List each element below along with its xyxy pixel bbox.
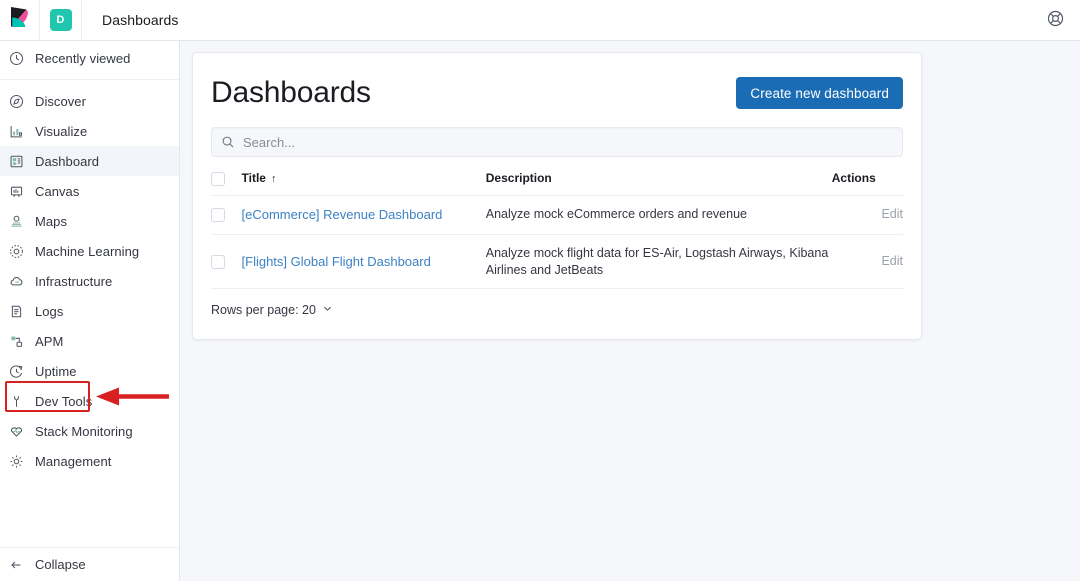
- row-checkbox[interactable]: [211, 208, 225, 222]
- sidebar-item-management[interactable]: Management: [0, 446, 179, 476]
- sidebar-item-infrastructure[interactable]: Infrastructure: [0, 266, 179, 296]
- sidebar-item-dev-tools[interactable]: Dev Tools: [0, 386, 179, 416]
- primary-sidebar-navigation: Recently viewed Discover: [0, 41, 180, 581]
- apm-nodes-icon: [9, 333, 29, 349]
- space-avatar-initial: D: [56, 14, 64, 26]
- top-navigation-bar: D Dashboards: [0, 0, 1080, 41]
- rows-per-page-selector[interactable]: Rows per page: 20: [211, 289, 333, 317]
- kibana-dashboards-screen: D Dashboards: [0, 0, 1080, 581]
- arrow-left-icon: [9, 558, 29, 572]
- page-title: Dashboards: [211, 76, 371, 110]
- sidebar-item-label: Recently viewed: [35, 51, 130, 66]
- sidebar-item-label: Management: [35, 454, 111, 469]
- stack-monitoring-heartbeat-icon: [9, 423, 29, 439]
- dashboards-listing-panel: Dashboards Create new dashboard: [192, 52, 922, 340]
- search-field-wrapper[interactable]: [211, 127, 903, 157]
- sidebar-item-visualize[interactable]: Visualize: [0, 116, 179, 146]
- sidebar-collapse-label: Collapse: [35, 557, 86, 572]
- maps-pin-icon: [9, 213, 29, 229]
- sidebar-item-label: Machine Learning: [35, 244, 139, 259]
- table-header: Title ↑ Description Actions: [211, 171, 903, 195]
- row-select-cell: [211, 234, 242, 289]
- machine-learning-dots-icon: [9, 243, 29, 259]
- row-description-cell: Analyze mock flight data for ES-Air, Log…: [486, 234, 832, 289]
- help-menu-button[interactable]: [1040, 6, 1070, 36]
- sidebar-item-label: Canvas: [35, 184, 79, 199]
- dashboards-table: Title ↑ Description Actions [eCommerce] R…: [211, 171, 903, 289]
- sidebar-item-label: Dashboard: [35, 154, 99, 169]
- sidebar-item-label: Logs: [35, 304, 63, 319]
- column-header-actions: Actions: [832, 171, 903, 195]
- table-row: [eCommerce] Revenue Dashboard Analyze mo…: [211, 195, 903, 234]
- sidebar-divider: [0, 79, 179, 80]
- uptime-clock-arrow-icon: [9, 363, 29, 379]
- canvas-easel-icon: [9, 183, 29, 199]
- space-avatar: D: [50, 9, 72, 31]
- sidebar-item-logs[interactable]: Logs: [0, 296, 179, 326]
- visualize-bar-chart-icon: [9, 123, 29, 139]
- row-description-cell: Analyze mock eCommerce orders and revenu…: [486, 195, 832, 234]
- row-title-cell: [eCommerce] Revenue Dashboard: [242, 195, 486, 234]
- sidebar-item-label: Stack Monitoring: [35, 424, 133, 439]
- sidebar-item-canvas[interactable]: Canvas: [0, 176, 179, 206]
- select-all-checkbox[interactable]: [211, 172, 225, 186]
- sidebar-item-machine-learning[interactable]: Machine Learning: [0, 236, 179, 266]
- table-row: [Flights] Global Flight Dashboard Analyz…: [211, 234, 903, 289]
- row-actions-cell: Edit: [832, 195, 903, 234]
- sidebar-item-apm[interactable]: APM: [0, 326, 179, 356]
- discover-compass-icon: [9, 93, 29, 109]
- topbar-left-group: D Dashboards: [0, 0, 179, 40]
- topbar-right-group: [1040, 0, 1070, 41]
- panel-header: Dashboards Create new dashboard: [211, 71, 903, 115]
- panel-content: Dashboards Create new dashboard: [193, 53, 921, 317]
- breadcrumb-dashboards[interactable]: Dashboards: [102, 12, 179, 28]
- edit-link[interactable]: Edit: [881, 254, 903, 268]
- column-header-title-label: Title: [242, 171, 266, 185]
- table-header-row: Title ↑ Description Actions: [211, 171, 903, 195]
- dev-tools-wrench-icon: [9, 393, 29, 409]
- clock-icon: [9, 50, 29, 66]
- sidebar-item-dashboard[interactable]: Dashboard: [0, 146, 179, 176]
- management-gear-icon: [9, 453, 29, 469]
- sort-ascending-icon: ↑: [271, 173, 277, 185]
- space-switcher-button[interactable]: D: [40, 0, 82, 41]
- kibana-logo-icon: [10, 7, 29, 33]
- dashboard-link[interactable]: [Flights] Global Flight Dashboard: [242, 254, 431, 269]
- sidebar-recent-group: Recently viewed: [0, 41, 179, 73]
- select-all-header: [211, 171, 242, 195]
- sidebar-item-uptime[interactable]: Uptime: [0, 356, 179, 386]
- sidebar-item-stack-monitoring[interactable]: Stack Monitoring: [0, 416, 179, 446]
- row-checkbox[interactable]: [211, 255, 225, 269]
- search-input[interactable]: [243, 135, 893, 150]
- edit-link[interactable]: Edit: [881, 207, 903, 221]
- search-icon: [221, 135, 235, 149]
- table-body: [eCommerce] Revenue Dashboard Analyze mo…: [211, 195, 903, 289]
- chevron-down-icon: [322, 303, 333, 317]
- row-actions-cell: Edit: [832, 234, 903, 289]
- row-select-cell: [211, 195, 242, 234]
- sidebar-item-label: APM: [35, 334, 63, 349]
- sidebar-item-maps[interactable]: Maps: [0, 206, 179, 236]
- sidebar-item-label: Infrastructure: [35, 274, 112, 289]
- sidebar-item-discover[interactable]: Discover: [0, 86, 179, 116]
- create-new-dashboard-button[interactable]: Create new dashboard: [736, 77, 903, 109]
- sidebar-item-label: Dev Tools: [35, 394, 92, 409]
- sidebar-collapse-button[interactable]: Collapse: [0, 547, 179, 581]
- rows-per-page-label: Rows per page: 20: [211, 303, 316, 317]
- infrastructure-cloud-icon: [9, 273, 29, 289]
- dashboard-link[interactable]: [eCommerce] Revenue Dashboard: [242, 207, 443, 222]
- column-header-title[interactable]: Title ↑: [242, 171, 486, 195]
- help-lifesaver-icon: [1047, 10, 1064, 32]
- sidebar-item-label: Visualize: [35, 124, 87, 139]
- sidebar-main-group: Discover Visualize: [0, 86, 179, 476]
- kibana-home-link[interactable]: [0, 0, 40, 41]
- sidebar-item-recently-viewed[interactable]: Recently viewed: [0, 43, 179, 73]
- dashboard-grid-icon: [9, 153, 29, 169]
- sidebar-item-label: Uptime: [35, 364, 76, 379]
- column-header-description: Description: [486, 171, 832, 195]
- logs-document-icon: [9, 303, 29, 319]
- sidebar-item-label: Discover: [35, 94, 86, 109]
- sidebar-item-label: Maps: [35, 214, 67, 229]
- row-title-cell: [Flights] Global Flight Dashboard: [242, 234, 486, 289]
